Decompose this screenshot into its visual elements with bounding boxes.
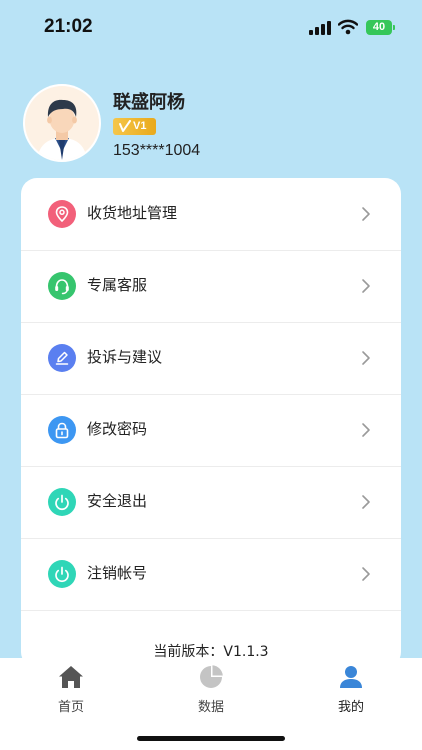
chevron-right-icon bbox=[362, 279, 370, 293]
tab-data[interactable]: 数据 bbox=[171, 658, 251, 718]
status-bar: 21:02 40 bbox=[0, 0, 422, 56]
vip-check-icon bbox=[119, 120, 131, 132]
menu-card: 收货地址管理 专属客服 投诉与建议 修改密码 安全退出 注销帐号 当前版本：V1… bbox=[21, 178, 401, 668]
vip-badge: V1 bbox=[113, 118, 156, 135]
home-indicator bbox=[137, 736, 285, 741]
tab-mine[interactable]: 我的 bbox=[311, 658, 391, 718]
wifi-icon bbox=[338, 19, 358, 35]
user-icon bbox=[340, 666, 362, 688]
menu-item-label: 注销帐号 bbox=[87, 564, 148, 582]
chevron-right-icon bbox=[362, 495, 370, 509]
menu-item-label: 安全退出 bbox=[87, 492, 148, 510]
headset-icon bbox=[48, 272, 76, 300]
status-time: 21:02 bbox=[44, 16, 93, 37]
menu-item-label: 投诉与建议 bbox=[87, 348, 163, 366]
user-name: 联盛阿杨 bbox=[113, 92, 185, 113]
menu-item-delete-account[interactable]: 注销帐号 bbox=[21, 538, 401, 611]
chevron-right-icon bbox=[362, 567, 370, 581]
battery-icon: 40 bbox=[366, 20, 395, 35]
pen-icon bbox=[48, 344, 76, 372]
tab-label: 首页 bbox=[57, 700, 84, 715]
vip-level: V1 bbox=[133, 120, 147, 132]
power-icon bbox=[48, 560, 76, 588]
location-pin-icon bbox=[48, 200, 76, 228]
menu-item-address[interactable]: 收货地址管理 bbox=[21, 178, 401, 251]
chevron-right-icon bbox=[362, 207, 370, 221]
profile-page: 21:02 40 联盛阿杨 V1 153****1004 收货地址管理 专属客服… bbox=[0, 0, 422, 750]
menu-item-label: 修改密码 bbox=[87, 420, 148, 438]
menu-item-logout[interactable]: 安全退出 bbox=[21, 466, 401, 539]
tab-label: 数据 bbox=[197, 700, 224, 715]
chevron-right-icon bbox=[362, 351, 370, 365]
battery-level: 40 bbox=[372, 21, 386, 33]
menu-item-feedback[interactable]: 投诉与建议 bbox=[21, 322, 401, 395]
tab-home[interactable]: 首页 bbox=[31, 658, 111, 718]
menu-item-customer-service[interactable]: 专属客服 bbox=[21, 250, 401, 323]
menu-item-label: 收货地址管理 bbox=[87, 204, 178, 222]
menu-item-label: 专属客服 bbox=[87, 276, 148, 294]
lock-icon bbox=[48, 416, 76, 444]
phone-number: 153****1004 bbox=[113, 142, 201, 159]
avatar[interactable] bbox=[25, 86, 99, 160]
pie-chart-icon bbox=[200, 665, 223, 688]
home-icon bbox=[59, 666, 83, 688]
menu-item-change-password[interactable]: 修改密码 bbox=[21, 394, 401, 467]
chevron-right-icon bbox=[362, 423, 370, 437]
signal-icon bbox=[309, 21, 331, 35]
avatar-person-icon bbox=[25, 86, 99, 160]
power-icon bbox=[48, 488, 76, 516]
tab-label: 我的 bbox=[337, 700, 364, 715]
